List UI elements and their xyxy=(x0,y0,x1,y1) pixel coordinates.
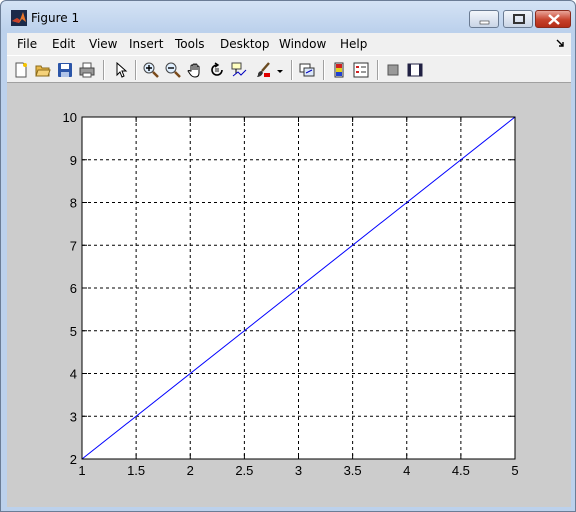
menu-view[interactable]: View xyxy=(89,37,117,51)
y-tick-label: 9 xyxy=(70,153,77,168)
y-tick-label: 7 xyxy=(70,238,77,253)
x-tick-label: 2.5 xyxy=(235,463,253,478)
window-title: Figure 1 xyxy=(31,11,80,25)
zoom-in-icon xyxy=(143,62,159,78)
link-plot-button[interactable] xyxy=(297,60,317,80)
brush-button[interactable] xyxy=(253,60,273,80)
menu-desktop[interactable]: Desktop xyxy=(220,37,270,51)
data-cursor-icon xyxy=(231,62,247,77)
matlab-logo-icon xyxy=(11,10,27,26)
zoom-in-button[interactable] xyxy=(141,60,161,80)
menu-help[interactable]: Help xyxy=(340,37,367,51)
menu-file[interactable]: File xyxy=(17,37,37,51)
minimize-icon xyxy=(479,20,490,25)
x-tick-label: 3 xyxy=(295,463,302,478)
new-figure-button[interactable] xyxy=(11,60,31,80)
toolbar-separator xyxy=(377,60,379,80)
edit-plot-button[interactable] xyxy=(111,60,131,80)
y-tick-label: 6 xyxy=(70,281,77,296)
x-tick-label: 1.5 xyxy=(127,463,145,478)
toolbar-separator xyxy=(103,60,105,80)
y-tick-label: 8 xyxy=(70,196,77,211)
chevron-down-icon xyxy=(277,70,283,73)
y-tick-label: 4 xyxy=(70,367,77,382)
show-plot-tools-button[interactable] xyxy=(405,60,425,80)
figure-canvas: 1 1.5 2 2.5 3 3.5 4 4.5 5 2 3 4 5 6 7 8 9 10 xyxy=(7,83,571,507)
show-plot-tools-icon xyxy=(407,63,423,77)
y-tick-label: 3 xyxy=(70,409,77,424)
pan-hand-icon xyxy=(187,63,200,78)
figure-window: Figure 1 File Edit View Insert Tools Des… xyxy=(0,0,576,512)
toolbar-separator xyxy=(323,60,325,80)
x-tick-label: 2 xyxy=(187,463,194,478)
close-icon xyxy=(548,14,560,25)
title-bar[interactable]: Figure 1 xyxy=(1,1,575,33)
insert-colorbar-button[interactable] xyxy=(329,60,349,80)
rotate-3d-button[interactable] xyxy=(207,60,227,80)
open-folder-icon xyxy=(35,65,51,77)
save-icon xyxy=(58,63,72,77)
hide-plot-tools-icon xyxy=(387,64,399,76)
x-tick-label: 3.5 xyxy=(344,463,362,478)
menu-edit[interactable]: Edit xyxy=(52,37,75,51)
y-tick-label: 5 xyxy=(70,324,77,339)
y-tick-label: 10 xyxy=(63,110,77,125)
menu-window[interactable]: Window xyxy=(279,37,326,51)
y-tick-label: 2 xyxy=(70,452,77,467)
maximize-icon xyxy=(513,14,525,24)
data-cursor-button[interactable] xyxy=(229,60,249,80)
colorbar-icon xyxy=(334,62,344,78)
figure-toolbar xyxy=(7,55,571,83)
x-tick-label: 5 xyxy=(511,463,518,478)
hide-plot-tools-button[interactable] xyxy=(383,60,403,80)
x-tick-label: 4 xyxy=(403,463,410,478)
dock-arrow-icon[interactable] xyxy=(555,38,565,48)
zoom-out-button[interactable] xyxy=(163,60,183,80)
menu-insert[interactable]: Insert xyxy=(129,37,163,51)
close-button[interactable] xyxy=(535,10,571,28)
pan-button[interactable] xyxy=(185,60,205,80)
menu-bar: File Edit View Insert Tools Desktop Wind… xyxy=(7,33,571,55)
printer-icon xyxy=(79,62,95,78)
maximize-button[interactable] xyxy=(503,10,533,28)
new-file-icon xyxy=(15,62,27,78)
plot-axes[interactable]: 1 1.5 2 2.5 3 3.5 4 4.5 5 2 3 4 5 6 7 8 9 10 xyxy=(7,83,571,507)
brush-dropdown-button[interactable] xyxy=(273,60,285,80)
x-tick-label: 4.5 xyxy=(452,463,470,478)
legend-icon xyxy=(353,62,369,78)
x-tick-label: 1 xyxy=(78,463,85,478)
toolbar-separator xyxy=(291,60,293,80)
save-button[interactable] xyxy=(55,60,75,80)
brush-icon xyxy=(257,62,270,77)
print-button[interactable] xyxy=(77,60,97,80)
toolbar-separator xyxy=(135,60,137,80)
menu-tools[interactable]: Tools xyxy=(175,37,205,51)
link-plot-icon xyxy=(299,63,315,77)
insert-legend-button[interactable] xyxy=(351,60,371,80)
pointer-arrow-icon xyxy=(116,62,128,78)
open-file-button[interactable] xyxy=(33,60,53,80)
rotate-3d-icon xyxy=(211,62,223,76)
zoom-out-icon xyxy=(165,62,181,78)
minimize-button[interactable] xyxy=(469,10,499,28)
